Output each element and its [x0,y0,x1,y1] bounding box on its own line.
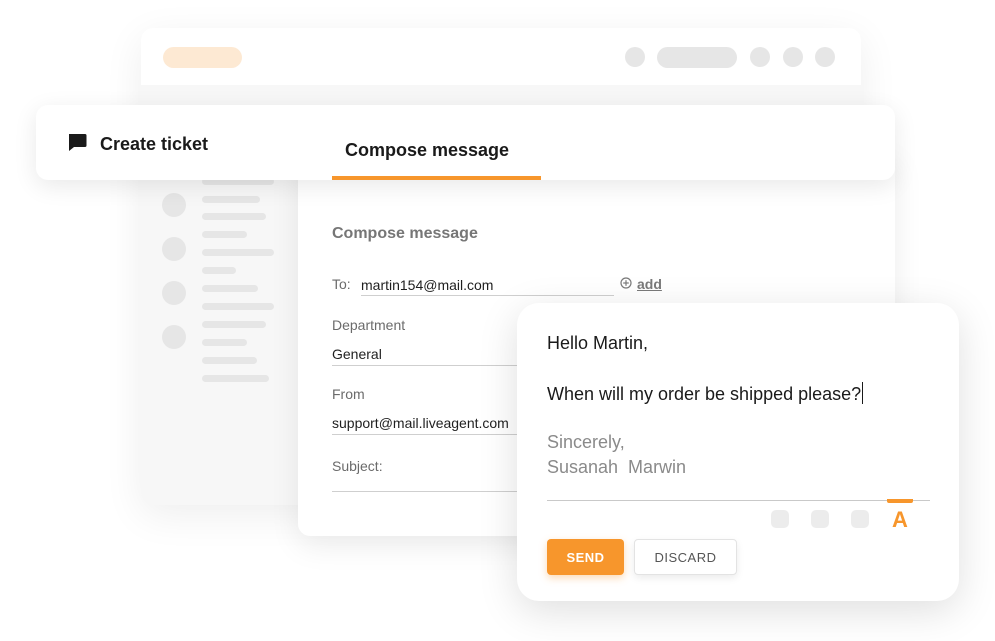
to-field-underline [361,295,614,296]
sidebar-line-placeholder [202,303,274,310]
toolbar-tool-placeholder[interactable] [851,510,869,528]
topbar-dot-placeholder [625,47,645,67]
create-ticket-button[interactable]: Create ticket [66,131,208,158]
sidebar-line-placeholder [202,267,236,274]
topbar-pill-placeholder [657,47,737,68]
ticket-header: Create ticket Compose message [36,105,895,180]
topbar-dot-placeholder [750,47,770,67]
sidebar-line-placeholder [202,249,274,256]
from-underline [332,434,522,435]
logo-placeholder [163,47,242,68]
sidebar-line-placeholder [202,339,247,346]
tab-compose-message-label: Compose message [345,140,510,160]
sidebar-line-placeholder [202,213,266,220]
font-color-icon[interactable]: A [885,499,915,532]
chat-bubble-icon [66,131,88,158]
text-caret [862,382,864,404]
sidebar-avatar-placeholder [162,281,186,305]
message-editor[interactable]: Hello Martin, When will my order be ship… [517,303,959,601]
background-window-topbar [141,28,861,85]
font-color-indicator [887,499,913,503]
message-body-line: When will my order be shipped please? [547,382,864,405]
send-button[interactable]: SEND [547,539,624,575]
tab-compose-message[interactable]: Compose message [332,105,541,180]
app-stage: Create ticket Compose message Compose me… [0,0,995,641]
sidebar-line-placeholder [202,285,258,292]
message-body: When will my order be shipped please? [547,384,862,404]
sidebar-line-placeholder [202,357,257,364]
department-underline [332,365,522,366]
subject-label: Subject: [332,458,383,474]
add-recipient-label: add [637,276,662,292]
font-color-letter: A [892,507,908,532]
toolbar-tool-placeholder[interactable] [811,510,829,528]
department-select[interactable]: General [332,346,382,362]
topbar-dot-placeholder [815,47,835,67]
compose-section-title: Compose message [332,225,478,242]
sidebar-line-placeholder [202,375,269,382]
sidebar-avatar-placeholder [162,193,186,217]
sidebar-line-placeholder [202,196,260,203]
sidebar-avatar-placeholder [162,325,186,349]
add-recipient-link[interactable]: add [620,276,662,292]
message-signature: Susanah Marwin [547,457,687,477]
from-label: From [332,386,365,402]
create-ticket-label: Create ticket [100,134,209,154]
sidebar-line-placeholder [202,321,266,328]
toolbar-tool-placeholder[interactable] [771,510,789,528]
department-label: Department [332,317,406,333]
message-greeting: Hello Martin, [547,333,649,353]
sidebar-line-placeholder [202,231,247,238]
to-field[interactable]: martin154@mail.com [361,277,493,293]
editor-toolbar-divider [547,500,930,501]
subject-underline [332,491,522,492]
from-field[interactable]: support@mail.liveagent.com [332,415,518,431]
topbar-dot-placeholder [783,47,803,67]
discard-button[interactable]: DISCARD [634,539,737,575]
to-label: To: [332,276,351,292]
plus-circle-icon [620,276,632,292]
active-tab-indicator [332,176,541,180]
message-signoff: Sincerely, [547,432,625,452]
subject-field[interactable] [332,478,518,492]
sidebar-avatar-placeholder [162,237,186,261]
